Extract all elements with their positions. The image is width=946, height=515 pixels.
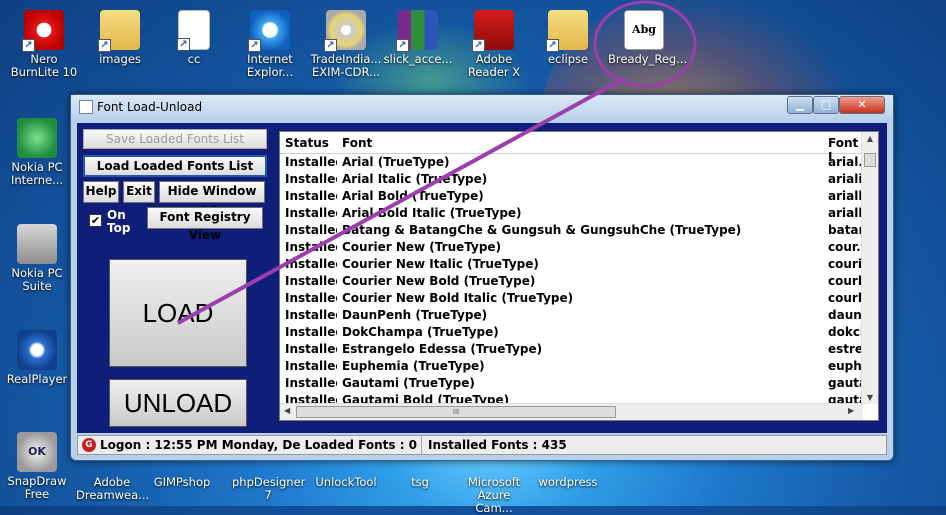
annotation-circle <box>593 0 697 88</box>
annotation-overlay <box>177 0 697 325</box>
annotation-arrow-line <box>177 76 626 325</box>
